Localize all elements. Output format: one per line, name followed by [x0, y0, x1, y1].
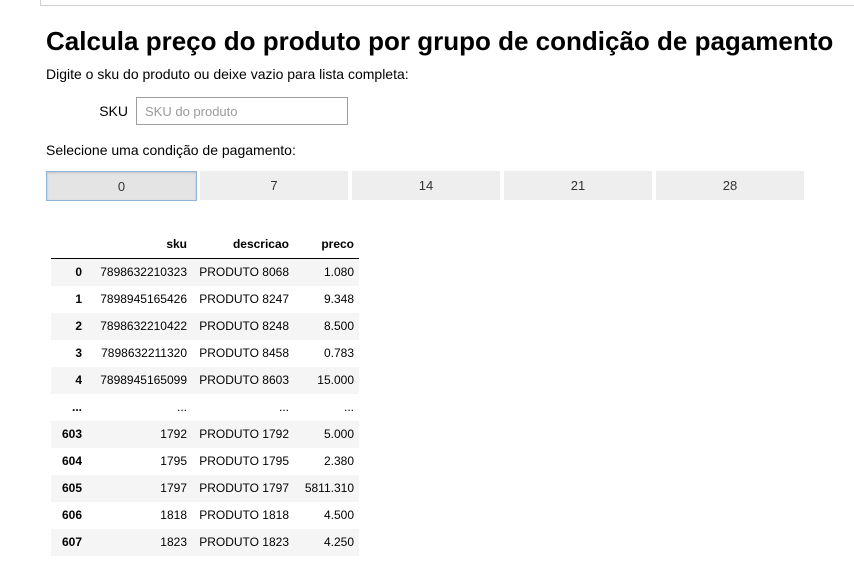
results-table: sku descricao preco 0 7898632210323 PROD… [51, 230, 359, 556]
sku-cell: ... [176, 400, 187, 414]
preco-cell: 8.500 [323, 319, 354, 333]
sku-cell: 1818 [160, 508, 187, 522]
sku-cell: 7898945165426 [100, 292, 187, 306]
sku-cell: 1795 [160, 454, 187, 468]
table-row: 604 1795 PRODUTO 1795 2.380 [51, 448, 359, 475]
preco-cell: 1.080 [323, 265, 354, 279]
preco-column-header: preco [294, 230, 359, 259]
row-index: 603 [61, 427, 82, 441]
preco-cell: 5.000 [323, 427, 354, 441]
sku-input[interactable] [136, 97, 348, 125]
sku-label: SKU [99, 103, 128, 119]
table-row: 0 7898632210323 PRODUTO 8068 1.080 [51, 258, 359, 286]
payment-condition-option-0[interactable]: 0 [46, 171, 197, 201]
sku-cell: 1797 [160, 481, 187, 495]
row-index: 607 [61, 535, 82, 549]
sku-cell: 7898632210422 [100, 319, 187, 333]
sku-cell: 7898632210323 [100, 265, 187, 279]
descricao-cell: PRODUTO 1823 [199, 535, 289, 549]
table-row-ellipsis: ... ... ... ... [51, 394, 359, 421]
table-row: 4 7898945165099 PRODUTO 8603 15.000 [51, 367, 359, 394]
descricao-cell: PRODUTO 8068 [199, 265, 289, 279]
payment-condition-option-7[interactable]: 7 [200, 171, 348, 200]
descricao-cell: PRODUTO 8603 [199, 373, 289, 387]
payment-condition-toggle-group: 0 7 14 21 28 [46, 171, 806, 201]
descricao-cell: PRODUTO 8458 [199, 346, 289, 360]
row-index: ... [71, 400, 82, 414]
row-index: 3 [75, 346, 82, 360]
row-index: 0 [75, 265, 82, 279]
row-index: 4 [75, 373, 82, 387]
row-index: 2 [75, 319, 82, 333]
sku-cell: 1792 [160, 427, 187, 441]
table-row: 607 1823 PRODUTO 1823 4.250 [51, 529, 359, 556]
index-header [51, 230, 87, 259]
preco-cell: 9.348 [323, 292, 354, 306]
descricao-cell: PRODUTO 1792 [199, 427, 289, 441]
sku-cell: 1823 [160, 535, 187, 549]
sku-cell: 7898945165099 [100, 373, 187, 387]
payment-condition-label: Selecione uma condição de pagamento: [46, 142, 296, 158]
payment-condition-option-28[interactable]: 28 [656, 171, 804, 200]
sku-instruction: Digite o sku do produto ou deixe vazio p… [46, 66, 409, 82]
preco-cell: 2.380 [323, 454, 354, 468]
descricao-cell: PRODUTO 8247 [199, 292, 289, 306]
table-row: 603 1792 PRODUTO 1792 5.000 [51, 421, 359, 448]
row-index: 606 [61, 508, 82, 522]
table-row: 3 7898632211320 PRODUTO 8458 0.783 [51, 340, 359, 367]
descricao-cell: PRODUTO 8248 [199, 319, 289, 333]
table-row: 605 1797 PRODUTO 1797 5811.310 [51, 475, 359, 502]
row-index: 605 [61, 481, 82, 495]
payment-condition-option-21[interactable]: 21 [504, 171, 652, 200]
row-index: 1 [75, 292, 82, 306]
output-frame-border [40, 0, 854, 6]
descricao-cell: PRODUTO 1818 [199, 508, 289, 522]
preco-cell: 4.500 [323, 508, 354, 522]
table-header-row: sku descricao preco [51, 230, 359, 259]
page-title: Calcula preço do produto por grupo de co… [46, 26, 834, 56]
preco-cell: 0.783 [323, 346, 354, 360]
descricao-cell: PRODUTO 1797 [199, 481, 289, 495]
descricao-cell: ... [278, 400, 289, 414]
preco-cell: ... [343, 400, 354, 414]
payment-condition-option-14[interactable]: 14 [352, 171, 500, 200]
table-row: 2 7898632210422 PRODUTO 8248 8.500 [51, 313, 359, 340]
sku-column-header: sku [87, 230, 192, 259]
table-row: 606 1818 PRODUTO 1818 4.500 [51, 502, 359, 529]
row-index: 604 [61, 454, 82, 468]
sku-cell: 7898632211320 [101, 346, 187, 360]
preco-cell: 4.250 [323, 535, 354, 549]
descricao-column-header: descricao [192, 230, 294, 259]
preco-cell: 5811.310 [304, 481, 354, 495]
descricao-cell: PRODUTO 1795 [199, 454, 289, 468]
preco-cell: 15.000 [317, 373, 354, 387]
table-row: 1 7898945165426 PRODUTO 8247 9.348 [51, 286, 359, 313]
